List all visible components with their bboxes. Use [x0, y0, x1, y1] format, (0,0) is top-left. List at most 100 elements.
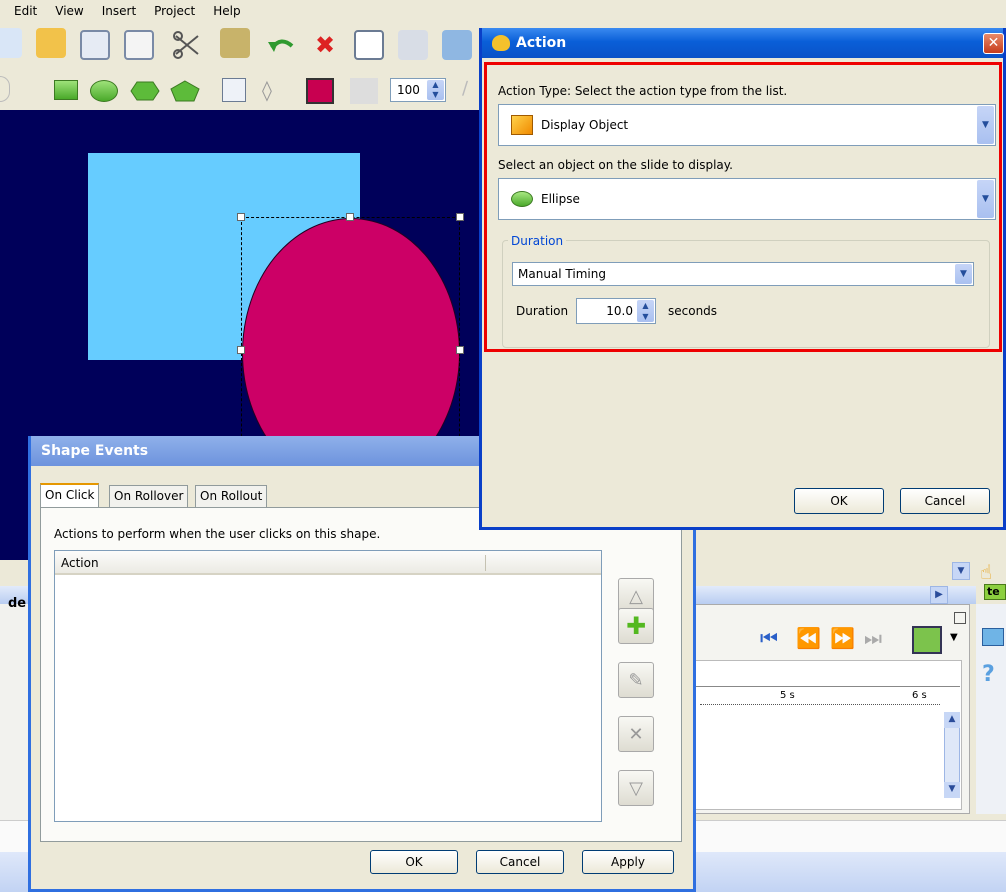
forward-icon: ⏩: [830, 626, 855, 650]
go-start-icon[interactable]: ⏮: [760, 626, 778, 650]
pointer-hand-icon[interactable]: ☝: [980, 560, 1006, 586]
duration-label: Duration: [516, 304, 569, 318]
resize-handle[interactable]: [346, 213, 354, 221]
resize-handle[interactable]: [237, 213, 245, 221]
move-down-icon: ▽: [629, 777, 643, 799]
action-cancel-button[interactable]: Cancel: [900, 488, 990, 514]
print-icon[interactable]: [124, 30, 154, 60]
panel-label: de: [8, 596, 27, 611]
text-tool-icon[interactable]: te: [984, 584, 1006, 600]
resize-handle[interactable]: [456, 346, 464, 354]
open-folder-icon[interactable]: [36, 28, 66, 58]
timeline-tick-5s: 5 s: [780, 690, 795, 701]
delete-x-icon: ✕: [628, 723, 644, 745]
panel-maximize-icon[interactable]: [954, 612, 966, 624]
actions-description: Actions to perform when the user clicks …: [54, 527, 381, 541]
object-value: Ellipse: [541, 192, 580, 206]
shape-events-apply-button[interactable]: Apply: [582, 850, 674, 874]
timeline-track[interactable]: [692, 660, 962, 810]
new-file-icon[interactable]: [0, 28, 22, 58]
scroll-up-icon[interactable]: ▲: [944, 712, 960, 728]
tab-on-rollout[interactable]: On Rollout: [195, 485, 268, 507]
column-divider: [485, 555, 486, 571]
rectangle-tool-icon[interactable]: [54, 80, 78, 100]
actions-list-header: Action: [55, 551, 601, 575]
menu-help[interactable]: Help: [213, 4, 240, 22]
go-end-icon: ⏭: [864, 626, 882, 650]
scroll-right-icon[interactable]: ▶: [930, 586, 948, 604]
add-icon: ✚: [625, 612, 647, 640]
resize-handle[interactable]: [237, 346, 245, 354]
display-object-icon: [511, 115, 533, 135]
action-titlebar[interactable]: Action: [482, 28, 1003, 58]
dropdown-arrow-icon[interactable]: ▼: [977, 180, 994, 218]
spin-arrows-icon[interactable]: ▲ ▼: [637, 300, 654, 322]
tab-on-rollover[interactable]: On Rollover: [109, 485, 189, 507]
paste-icon[interactable]: [220, 28, 250, 58]
hexagon-tool-icon[interactable]: [130, 80, 160, 102]
move-up-icon: △: [629, 585, 643, 607]
freeform-icon[interactable]: [0, 76, 10, 102]
action-type-label: Action Type: Select the action type from…: [498, 84, 788, 98]
menu-view[interactable]: View: [55, 4, 83, 22]
action-type-select[interactable]: Display Object ▼: [498, 104, 996, 146]
rewind-icon[interactable]: ⏪: [796, 626, 821, 650]
menu-insert[interactable]: Insert: [102, 4, 136, 22]
insert-image-icon[interactable]: [442, 30, 472, 60]
actions-list[interactable]: [54, 550, 602, 822]
cut-icon[interactable]: [172, 30, 202, 60]
duration-group-label: Duration: [508, 234, 567, 248]
ellipse-tool-icon[interactable]: [90, 80, 118, 102]
column-header-action[interactable]: Action: [61, 556, 99, 570]
properties-icon[interactable]: [222, 78, 246, 102]
delete-action-button[interactable]: ✕: [618, 716, 654, 752]
spin-arrows-icon[interactable]: ▲ ▼: [427, 80, 444, 100]
timeline-ticks: [700, 704, 940, 705]
save-icon[interactable]: [80, 30, 110, 60]
menu-bar: Edit View Insert Project Help: [0, 0, 1006, 22]
action-ok-button[interactable]: OK: [794, 488, 884, 514]
shape-events-cancel-button[interactable]: Cancel: [476, 850, 564, 874]
fill-bucket-icon[interactable]: ◊: [262, 78, 288, 104]
scroll-down-icon[interactable]: ▼: [944, 782, 960, 798]
screenshot-icon[interactable]: [398, 30, 428, 60]
object-label: Select an object on the slide to display…: [498, 158, 733, 172]
opacity-field[interactable]: 100 ▲ ▼: [390, 78, 446, 102]
dropdown-arrow-icon[interactable]: ▼: [955, 264, 972, 284]
add-action-button[interactable]: ✚: [618, 608, 654, 644]
timeline-ruler-line: [692, 686, 960, 687]
move-down-button[interactable]: ▽: [618, 770, 654, 806]
opacity-value: 100: [397, 83, 420, 97]
undo-icon[interactable]: [266, 30, 296, 60]
shape-events-title: Shape Events: [41, 443, 149, 459]
zoom-dropdown-icon[interactable]: ▼: [952, 562, 970, 580]
duration-unit: seconds: [668, 304, 718, 318]
shape-events-ok-button[interactable]: OK: [370, 850, 458, 874]
edit-action-button[interactable]: ✎: [618, 662, 654, 698]
help-icon[interactable]: ?: [982, 662, 995, 687]
chart-tool-icon[interactable]: [982, 628, 1004, 646]
tab-on-click[interactable]: On Click: [40, 483, 100, 507]
menu-edit[interactable]: Edit: [14, 4, 37, 22]
new-slide-icon[interactable]: [354, 30, 384, 60]
close-icon[interactable]: ✕: [983, 33, 1004, 54]
duration-spinner[interactable]: 10.0 ▲ ▼: [576, 298, 656, 324]
fill-color-swatch[interactable]: [306, 78, 334, 104]
delete-icon[interactable]: ✖: [310, 32, 340, 62]
timeline-tick-6s: 6 s: [912, 690, 927, 701]
object-select[interactable]: Ellipse ▼: [498, 178, 996, 220]
duration-value: 10.0: [606, 304, 633, 318]
action-type-value: Display Object: [541, 118, 629, 132]
left-panel: [0, 604, 30, 824]
preview-dropdown-icon[interactable]: ▼: [950, 632, 958, 643]
play-preview-icon[interactable]: [912, 626, 942, 654]
menu-project[interactable]: Project: [154, 4, 195, 22]
action-title: Action: [516, 35, 567, 51]
ellipse-icon: [511, 191, 533, 207]
pentagon-tool-icon[interactable]: [170, 80, 200, 102]
dropdown-arrow-icon[interactable]: ▼: [977, 106, 994, 144]
action-title-icon: [492, 35, 510, 51]
timing-select[interactable]: Manual Timing ▼: [512, 262, 974, 286]
opacity-icon: [350, 78, 378, 104]
resize-handle[interactable]: [456, 213, 464, 221]
